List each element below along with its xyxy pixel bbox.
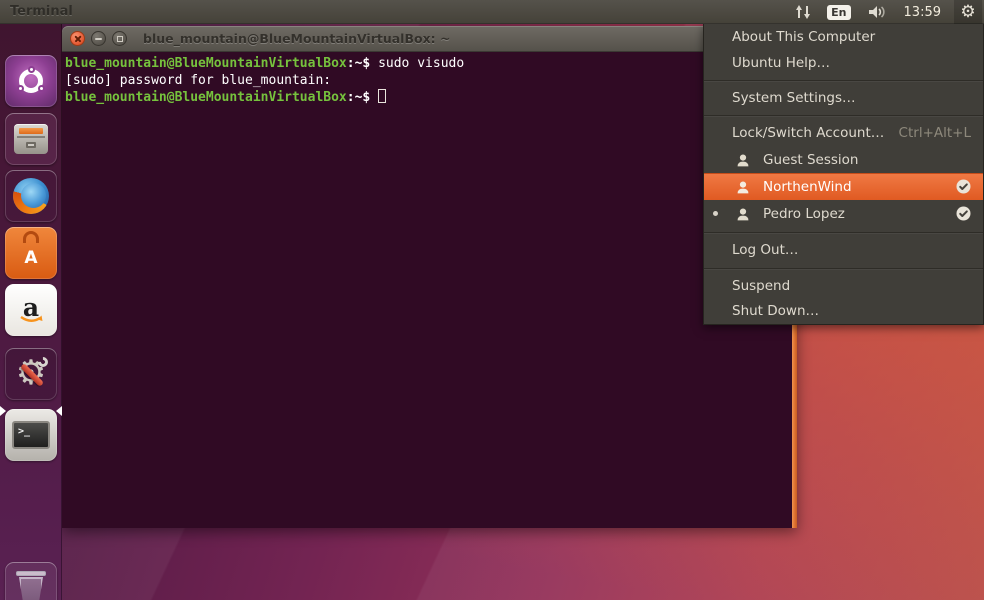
maximize-icon	[117, 36, 123, 42]
amazon-icon: a	[5, 284, 57, 336]
window-minimize-button[interactable]	[91, 31, 106, 46]
window-close-button[interactable]	[70, 31, 85, 46]
prompt-user-host: blue_mountain@BlueMountainVirtualBox	[65, 56, 347, 71]
menu-item-label: Shut Down…	[732, 303, 819, 319]
clock-label: 13:59	[904, 5, 941, 20]
active-app-title: Terminal	[10, 4, 73, 19]
launcher-item-system-settings[interactable]: ⚙	[5, 348, 57, 400]
checkmark-icon	[956, 179, 971, 194]
launcher-item-files[interactable]	[5, 113, 57, 165]
menu-item-label: Lock/Switch Account…	[732, 125, 884, 141]
menu-item-shut-down[interactable]: Shut Down…	[704, 298, 983, 324]
gear-icon: ⚙	[960, 4, 975, 21]
terminal-titlebar[interactable]: blue_mountain@BlueMountainVirtualBox: ~	[62, 26, 797, 52]
user-icon	[736, 153, 750, 167]
launcher-item-software-center[interactable]: A	[5, 227, 57, 279]
terminal-line: blue_mountain@BlueMountainVirtualBox:~$	[65, 89, 789, 106]
prompt-suffix: :~$	[347, 90, 370, 105]
launcher-running-indicator-arrow	[0, 406, 6, 416]
menu-separator	[704, 80, 983, 81]
menu-separator	[704, 232, 983, 233]
menu-item-label: Pedro Lopez	[763, 206, 845, 222]
volume-indicator[interactable]	[864, 0, 891, 24]
menu-item-ubuntu-help[interactable]: Ubuntu Help…	[704, 50, 983, 75]
launcher-item-terminal[interactable]: >_	[5, 409, 57, 461]
launcher-item-trash[interactable]	[5, 562, 57, 600]
software-center-icon: A	[5, 227, 57, 279]
user-icon	[736, 180, 750, 194]
terminal-line: [sudo] password for blue_mountain:	[65, 72, 789, 89]
speaker-icon	[867, 4, 888, 20]
system-tray: En 13:59 ⚙	[792, 0, 982, 24]
terminal-line: blue_mountain@BlueMountainVirtualBox:~$ …	[65, 55, 789, 72]
prompt-user-host: blue_mountain@BlueMountainVirtualBox	[65, 90, 347, 105]
prompt-suffix: :~$	[347, 56, 370, 71]
keyboard-layout-label: En	[827, 5, 850, 20]
window-maximize-button[interactable]	[112, 31, 127, 46]
updown-arrows-icon	[795, 4, 811, 20]
launcher-focused-indicator-arrow	[56, 406, 62, 416]
session-menu-button[interactable]: ⚙	[954, 0, 982, 24]
active-session-dot	[713, 211, 718, 216]
menu-item-lock-switch-account[interactable]: Lock/Switch Account… Ctrl+Alt+L	[704, 120, 983, 146]
launcher-item-firefox[interactable]	[5, 170, 57, 222]
system-settings-icon: ⚙	[5, 348, 57, 400]
menu-item-label: System Settings…	[732, 90, 856, 106]
menu-separator	[704, 115, 983, 116]
menu-item-log-out[interactable]: Log Out…	[704, 237, 983, 263]
window-title: blue_mountain@BlueMountainVirtualBox: ~	[143, 31, 450, 46]
ubuntu-dash-icon	[19, 69, 43, 93]
minimize-icon	[95, 38, 102, 40]
unity-launcher: A a ⚙ >_	[0, 24, 62, 600]
menu-item-label: About This Computer	[732, 29, 875, 45]
terminal-icon: >_	[12, 421, 50, 449]
menu-item-label: Guest Session	[763, 152, 858, 168]
command-text: sudo visudo	[370, 56, 464, 71]
menu-item-user-northenwind[interactable]: NorthenWind	[704, 173, 983, 200]
output-text: [sudo] password for blue_mountain:	[65, 73, 331, 88]
trash-icon	[15, 571, 47, 600]
launcher-item-amazon[interactable]: a	[5, 284, 57, 336]
firefox-icon	[13, 178, 49, 214]
menu-item-shortcut: Ctrl+Alt+L	[899, 125, 971, 141]
top-panel: Terminal En 13:59 ⚙	[0, 0, 984, 24]
files-icon	[14, 124, 48, 154]
menu-item-system-settings[interactable]: System Settings…	[704, 85, 983, 110]
menu-separator	[704, 268, 983, 269]
menu-item-label: NorthenWind	[763, 179, 852, 195]
menu-item-suspend[interactable]: Suspend	[704, 273, 983, 298]
menu-item-label: Log Out…	[732, 242, 798, 258]
menu-item-user-pedro-lopez[interactable]: Pedro Lopez	[704, 200, 983, 227]
clock-indicator[interactable]: 13:59	[901, 0, 944, 24]
checkmark-icon	[956, 206, 971, 221]
keyboard-layout-indicator[interactable]: En	[824, 0, 853, 24]
menu-item-about[interactable]: About This Computer	[704, 24, 983, 50]
network-indicator[interactable]	[792, 0, 814, 24]
launcher-item-dash[interactable]	[5, 55, 57, 107]
session-menu: About This Computer Ubuntu Help… System …	[703, 24, 984, 325]
menu-item-label: Ubuntu Help…	[732, 55, 830, 71]
terminal-content[interactable]: blue_mountain@BlueMountainVirtualBox:~$ …	[62, 52, 797, 528]
menu-item-label: Suspend	[732, 278, 790, 294]
terminal-cursor	[378, 89, 386, 103]
terminal-window: blue_mountain@BlueMountainVirtualBox: ~ …	[62, 26, 797, 528]
menu-item-guest-session[interactable]: Guest Session	[704, 146, 983, 173]
user-icon	[736, 207, 750, 221]
